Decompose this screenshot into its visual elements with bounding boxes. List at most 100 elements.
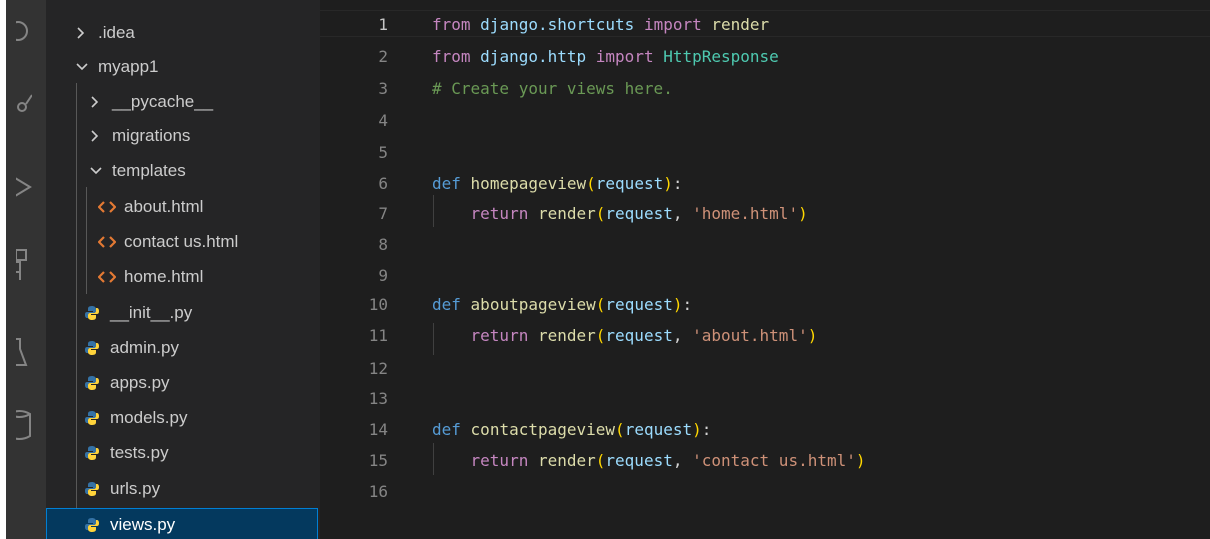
line-number: 13 [368,389,388,408]
code-token: ( [595,326,606,345]
tree-item-label: about.html [124,196,204,216]
line-number: 14 [368,420,388,439]
line-number: 12 [368,359,388,378]
tree-item-label: contact us.html [124,231,239,251]
code-text: def aboutpageview(request): [432,291,692,318]
code-line[interactable]: 7 return render(request, 'home.html') [320,200,1210,227]
code-line[interactable]: 6 def homepageview(request): [320,170,1210,197]
tree-item-templates[interactable]: templates [46,154,318,187]
code-line[interactable]: 4 [320,107,1210,134]
testing-icon[interactable] [6,336,32,370]
python-file-icon [84,375,110,391]
html-file-icon [98,235,124,248]
line-number: 4 [378,111,388,130]
line-number: 15 [368,451,388,470]
code-line[interactable]: 12 [320,355,1210,382]
tree-item-tests-py[interactable]: tests.py [46,436,318,469]
code-editor[interactable]: 1 from django.shortcuts import render 2 fro… [320,0,1210,539]
code-line[interactable]: 15 return render(request, 'contact us.ht… [320,447,1210,474]
tree-item-label: myapp1 [98,56,159,76]
tree-item-label: __pycache__ [112,91,214,111]
code-line[interactable]: 3 # Create your views here. [320,75,1210,102]
code-token: def [432,174,461,193]
code-token: , [672,326,693,345]
tree-item-idea[interactable]: .idea [46,16,318,49]
python-file-icon [84,305,110,321]
html-file-icon [98,270,124,283]
code-token: from [432,15,471,34]
code-text: # Create your views here. [432,75,673,102]
tree-item-myapp1[interactable]: myapp1 [46,50,318,83]
code-line[interactable]: 5 [320,139,1210,166]
line-number: 10 [368,295,388,314]
explorer-sidebar: .idea myapp1 __pycache__ migrations temp… [46,0,320,539]
code-text: def homepageview(request): [432,170,683,197]
code-token: return [470,451,529,470]
code-token: request [605,295,673,314]
code-token: : [701,420,712,439]
code-line[interactable]: 9 [320,262,1210,289]
code-token: request [595,174,664,193]
run-debug-icon[interactable] [6,170,32,204]
code-token: , [672,204,693,223]
code-token: request [624,420,693,439]
tree-item-home-html[interactable]: home.html [46,260,318,293]
tree-item-label: apps.py [110,372,170,392]
tree-item-pycache[interactable]: __pycache__ [46,85,318,118]
tree-item-about-html[interactable]: about.html [46,190,318,223]
tree-item-models-py[interactable]: models.py [46,401,318,434]
code-token: request [605,204,673,223]
line-number: 1 [378,15,388,34]
tree-item-contact-us-html[interactable]: contact us.html [46,225,318,258]
python-file-icon [84,517,110,533]
tree-item-label: migrations [112,125,191,145]
code-token: from [432,47,471,66]
code-token: render [537,451,596,470]
tree-item-label: views.py [110,514,176,534]
code-line[interactable]: 11 return render(request, 'about.html') [320,322,1210,349]
line-number: 5 [378,143,388,162]
code-line[interactable]: 13 [320,385,1210,412]
tree-item-views-py[interactable]: views.py [46,508,318,539]
tree-item-label: tests.py [110,442,169,462]
html-file-icon [98,200,124,213]
tree-item-migrations[interactable]: migrations [46,119,318,152]
tree-item-urls-py[interactable]: urls.py [46,472,318,505]
python-file-icon [84,340,110,356]
code-line[interactable]: 1 from django.shortcuts import render [320,10,1210,37]
source-control-icon[interactable] [6,86,32,120]
code-token: return [470,204,529,223]
code-line[interactable]: 2 from django.http import HttpResponse [320,43,1210,70]
code-line[interactable]: 14 def contactpageview(request): [320,416,1210,443]
line-number: 8 [378,235,388,254]
code-token: return [470,326,529,345]
tree-item-apps-py[interactable]: apps.py [46,366,318,399]
code-line[interactable]: 10 def aboutpageview(request): [320,291,1210,318]
code-token: # Create your views here. [432,79,673,98]
line-number: 9 [378,266,388,285]
tree-item-init-py[interactable]: __init__.py [46,296,318,329]
search-icon[interactable] [6,14,32,48]
code-line[interactable]: 8 [320,231,1210,258]
extensions-icon[interactable] [6,248,32,282]
tree-item-admin-py[interactable]: admin.py [46,331,318,364]
code-line[interactable]: 16 [320,478,1210,505]
code-token: ( [586,174,596,193]
code-token: django.shortcuts [480,15,635,34]
code-token: ) [672,295,683,314]
line-number: 11 [368,326,388,345]
code-token: import [643,15,702,34]
code-text: def contactpageview(request): [432,416,711,443]
code-token: : [682,295,693,314]
code-token: 'about.html' [692,326,808,345]
database-icon[interactable] [6,408,32,442]
